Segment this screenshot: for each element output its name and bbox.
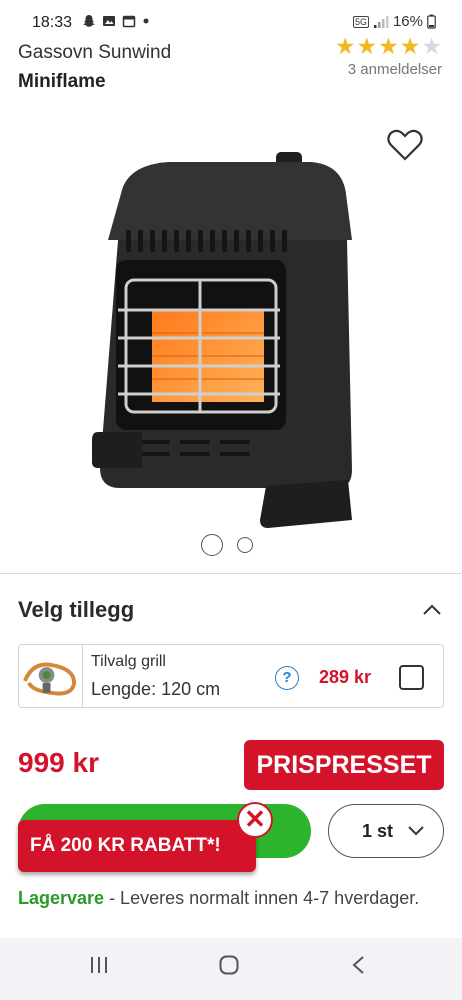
battery-icon	[427, 14, 436, 29]
product-brand-line: Gassovn Sunwind	[18, 42, 172, 63]
system-nav-bar	[0, 938, 462, 1000]
gas-hose-regulator-image	[23, 645, 83, 707]
addon-price: 289 kr	[319, 667, 372, 687]
star-filled-icon: ★	[399, 33, 421, 59]
stock-status: Lagervare	[18, 888, 105, 908]
recent-apps-icon[interactable]	[88, 954, 110, 976]
addon-length: Lengde: 120 cm	[91, 679, 221, 699]
review-count-link[interactable]: 3 anmeldelser	[348, 61, 442, 78]
addon-card[interactable]: Tilvalg grill Lengde: 120 cm ? 289 kr	[18, 644, 444, 708]
notification-dot-icon	[143, 18, 149, 24]
home-icon[interactable]	[218, 954, 240, 976]
quantity-value: 1 st	[362, 821, 394, 841]
delivery-note: - Leveres normalt innen 4-7 hverdager.	[104, 888, 420, 908]
product-image-gas-heater[interactable]	[80, 150, 370, 540]
status-indicators: 5G 16%	[352, 13, 436, 30]
chevron-up-icon[interactable]	[420, 600, 444, 620]
snapchat-ghost-icon	[83, 15, 95, 27]
quantity-select[interactable]: 1 st	[328, 804, 444, 858]
image-carousel-dots[interactable]	[201, 534, 253, 556]
product-model-line: Miniflame	[18, 71, 106, 92]
star-empty-icon: ★	[421, 33, 442, 59]
chevron-down-icon	[408, 826, 424, 836]
promo-banner[interactable]: FÅ 200 KR RABATT*!	[18, 820, 256, 872]
gallery-icon	[103, 16, 115, 26]
calendar-icon	[122, 15, 136, 28]
carousel-dot[interactable]	[201, 534, 223, 556]
divider	[0, 573, 462, 574]
star-filled-icon: ★	[334, 33, 356, 59]
star-filled-icon: ★	[356, 33, 378, 59]
addons-title: Velg tillegg	[18, 597, 135, 622]
battery-percent: 16%	[392, 13, 423, 30]
stock-info: Lagervare - Leveres normalt innen 4-7 hv…	[18, 884, 438, 912]
status-time: 18:33	[32, 14, 73, 31]
product-price: 999 kr	[18, 747, 99, 778]
star-filled-icon: ★	[378, 33, 399, 59]
addon-checkbox[interactable]	[399, 665, 424, 690]
signal-icon	[373, 15, 389, 28]
status-notification-icons	[82, 14, 150, 28]
close-icon[interactable]: ✕	[237, 802, 273, 838]
back-icon[interactable]	[348, 954, 370, 976]
addon-name: Tilvalg grill	[91, 653, 166, 670]
carousel-dot[interactable]	[237, 537, 253, 553]
rating-stars[interactable]: ★ ★ ★ ★ ★	[335, 34, 442, 58]
heart-icon[interactable]	[386, 128, 424, 162]
network-badge: 5G	[352, 15, 369, 28]
help-icon[interactable]: ?	[275, 666, 299, 690]
price-badge: PRISPRESSET	[244, 740, 444, 790]
